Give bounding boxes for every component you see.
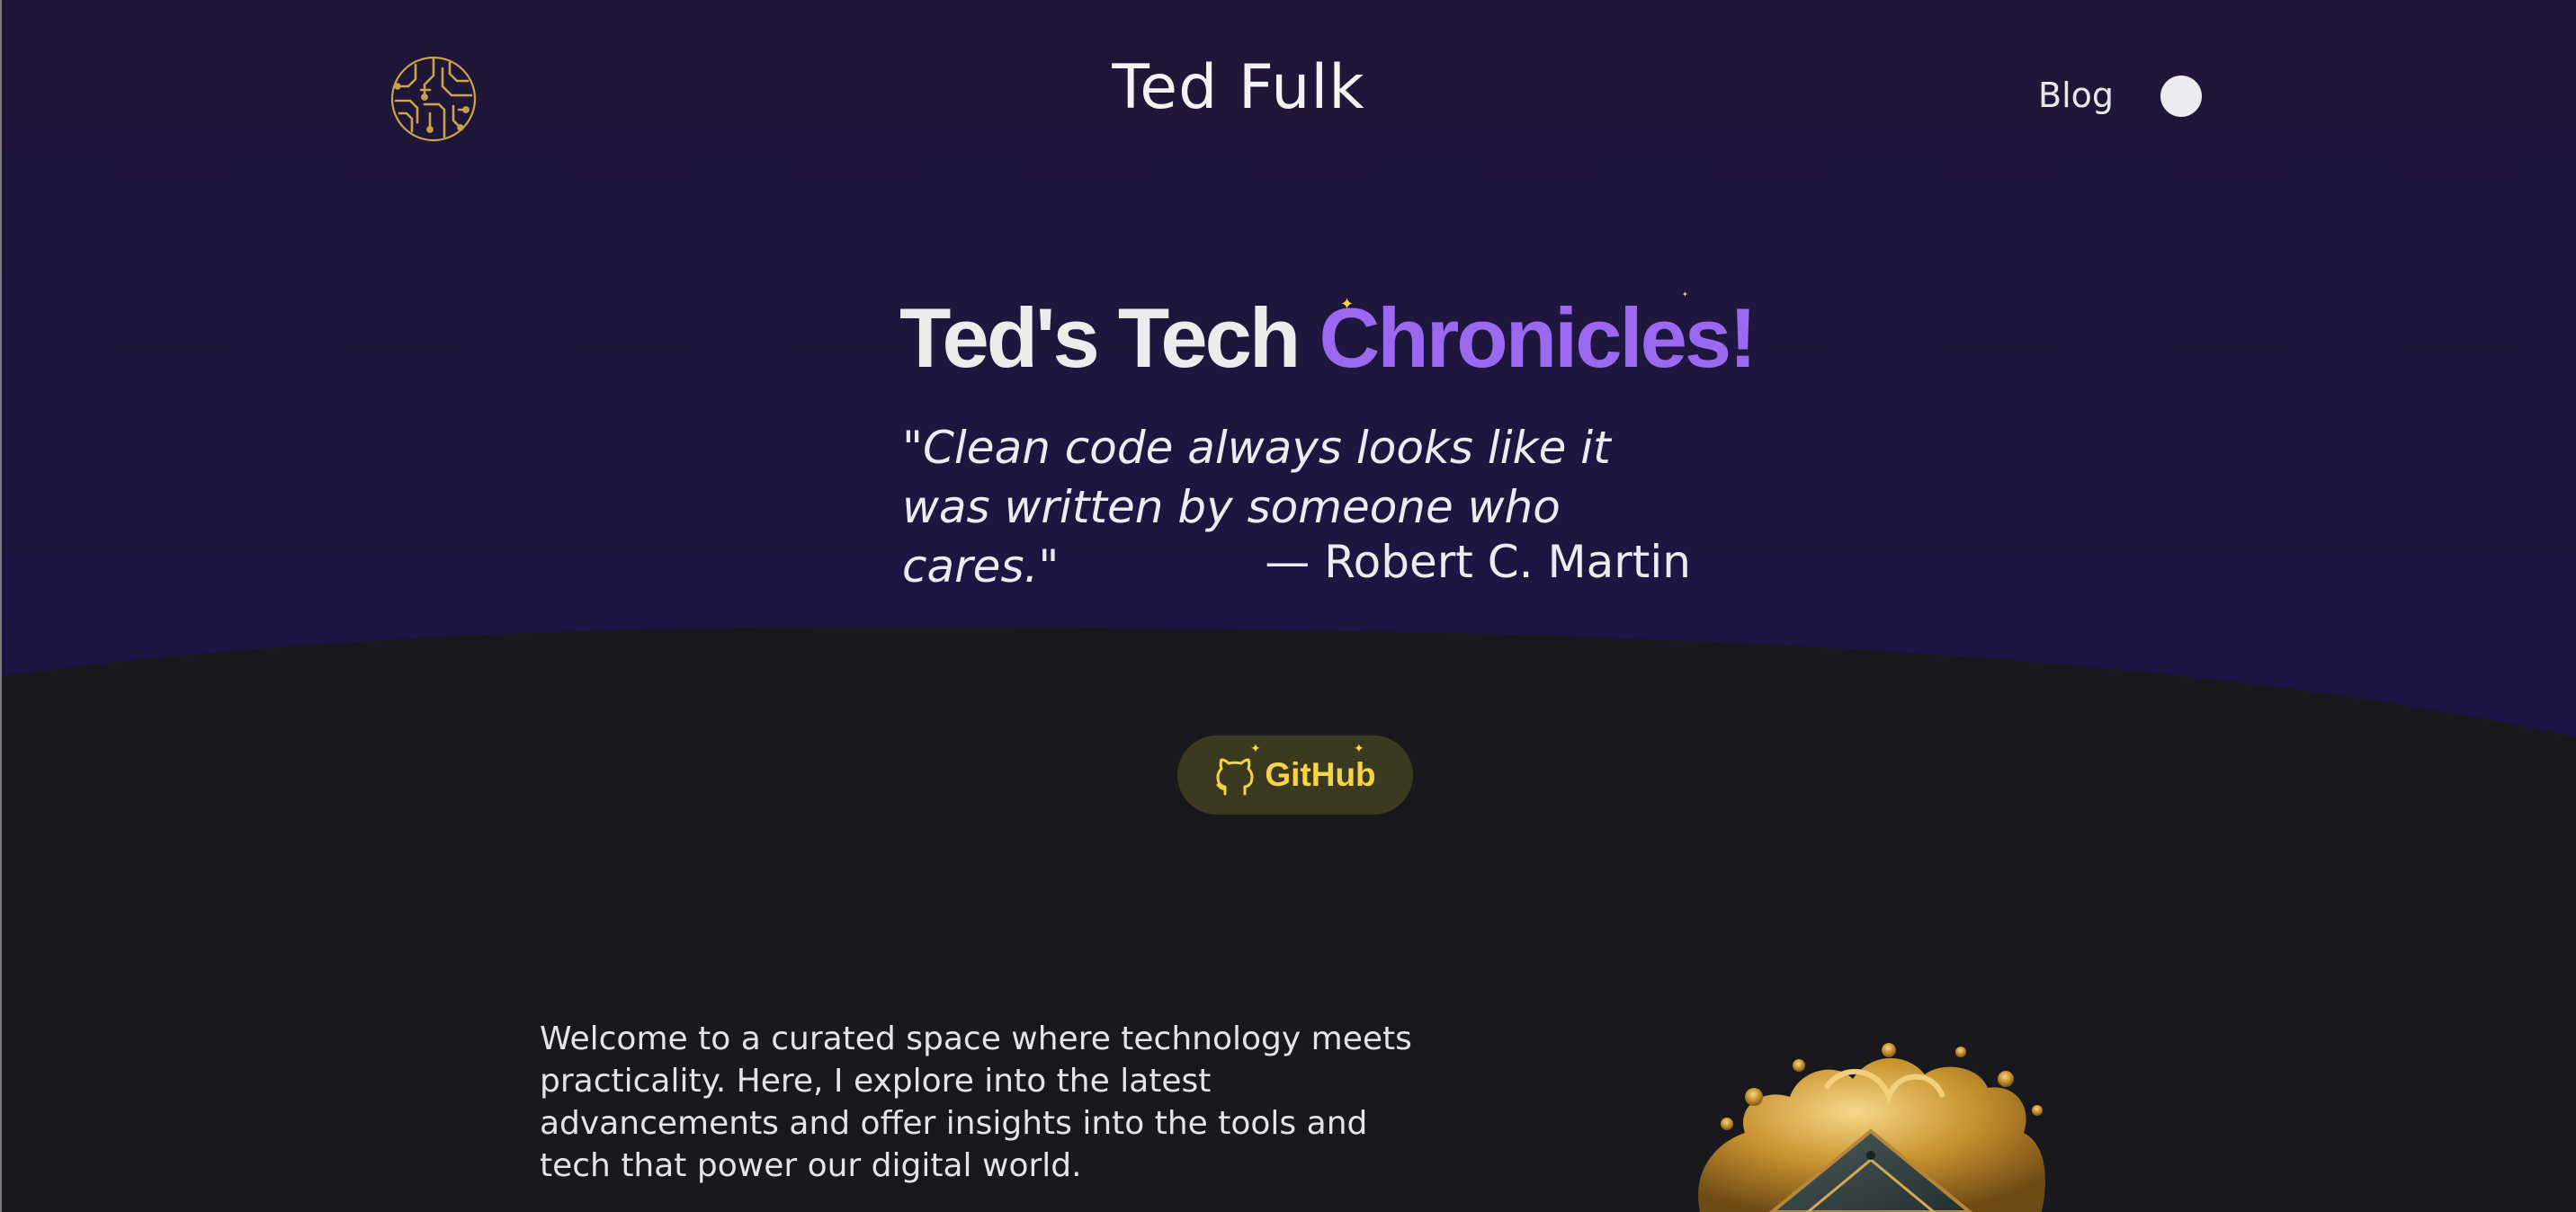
github-button[interactable]: GitHub — [1177, 735, 1413, 815]
sparkle-icon: ✦ — [1354, 742, 1364, 756]
site-header: Ted Fulk Blog — [0, 0, 2576, 198]
quote-author: — Robert C. Martin — [1265, 536, 1691, 588]
sparkle-icon: ✦ — [1682, 290, 1688, 299]
intro-paragraph: Welcome to a curated space where technol… — [540, 1020, 1412, 1184]
sparkle-icon: ✦ — [1340, 295, 1355, 314]
golden-chip-illustration — [1698, 1043, 2045, 1212]
nav-link-blog[interactable]: Blog — [2038, 76, 2114, 115]
hero-heading-main: Ted's Tech — [899, 290, 1319, 385]
github-button-label: GitHub — [1265, 756, 1376, 793]
sparkle-icon: ✦ — [1250, 742, 1261, 756]
window-border — [0, 0, 2, 1212]
hero-heading: Ted's Tech Chronicles! — [899, 290, 1758, 387]
github-octocat-icon — [1216, 758, 1254, 796]
hero-heading-accent: Chronicles! — [1319, 290, 1757, 385]
theme-toggle-button[interactable] — [2160, 76, 2202, 117]
